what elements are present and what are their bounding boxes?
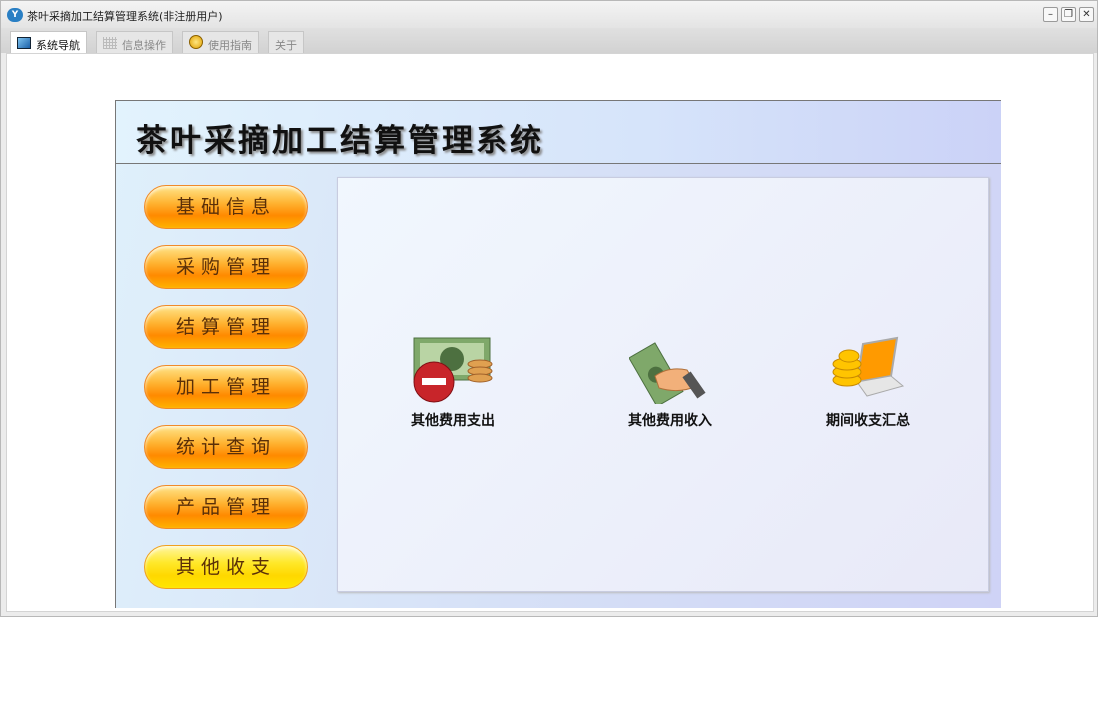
window-title: 茶叶采摘加工结算管理系统(非注册用户) xyxy=(27,10,223,23)
help-icon xyxy=(189,35,203,49)
item-label: 其他费用支出 xyxy=(411,413,495,429)
tab-system-nav[interactable]: 系统导航 xyxy=(10,31,87,54)
monitor-icon xyxy=(17,37,31,49)
minimize-button[interactable]: – xyxy=(1043,7,1058,22)
main-panel: 其他费用支出 其他费用收入 期间收支汇总 xyxy=(337,177,989,592)
item-label: 期间收支汇总 xyxy=(826,413,910,429)
money-minus-icon xyxy=(413,337,493,403)
tab-label: 关于 xyxy=(275,39,297,52)
app-logo-icon: Y xyxy=(7,8,23,22)
nav-statistics[interactable]: 统计查询 xyxy=(144,425,308,469)
other-expense-item[interactable]: 其他费用支出 xyxy=(383,336,523,430)
grid-icon xyxy=(103,37,117,49)
tab-label: 系统导航 xyxy=(36,39,80,52)
system-title: 茶叶采摘加工结算管理系统 xyxy=(136,123,544,159)
nav-products[interactable]: 产品管理 xyxy=(144,485,308,529)
nav-other-income-expense[interactable]: 其他收支 xyxy=(144,545,308,589)
other-income-item[interactable]: 其他费用收入 xyxy=(600,336,740,430)
nav-processing[interactable]: 加工管理 xyxy=(144,365,308,409)
tab-label: 使用指南 xyxy=(208,39,252,52)
title-bar: Y 茶叶采摘加工结算管理系统(非注册用户) – ❐ ✕ xyxy=(1,1,1097,28)
nav-settlement[interactable]: 结算管理 xyxy=(144,305,308,349)
item-label: 其他费用收入 xyxy=(628,413,712,429)
tab-user-guide[interactable]: 使用指南 xyxy=(182,31,259,53)
period-summary-item[interactable]: 期间收支汇总 xyxy=(798,336,938,430)
close-button[interactable]: ✕ xyxy=(1079,7,1094,22)
tab-label: 信息操作 xyxy=(122,39,166,52)
tab-bar: 系统导航 信息操作 使用指南 关于 xyxy=(1,28,1097,54)
coins-laptop-icon xyxy=(832,336,905,397)
restore-button[interactable]: ❐ xyxy=(1061,7,1076,22)
tab-info-ops[interactable]: 信息操作 xyxy=(96,31,173,53)
navigation-panel: 茶叶采摘加工结算管理系统 基础信息 采购管理 结算管理 加工管理 统计查询 产品… xyxy=(115,100,1001,608)
nav-purchase[interactable]: 采购管理 xyxy=(144,245,308,289)
tab-about[interactable]: 关于 xyxy=(268,31,304,53)
hand-money-icon xyxy=(629,342,706,404)
nav-basic-info[interactable]: 基础信息 xyxy=(144,185,308,229)
panel-header: 茶叶采摘加工结算管理系统 xyxy=(116,101,1001,164)
